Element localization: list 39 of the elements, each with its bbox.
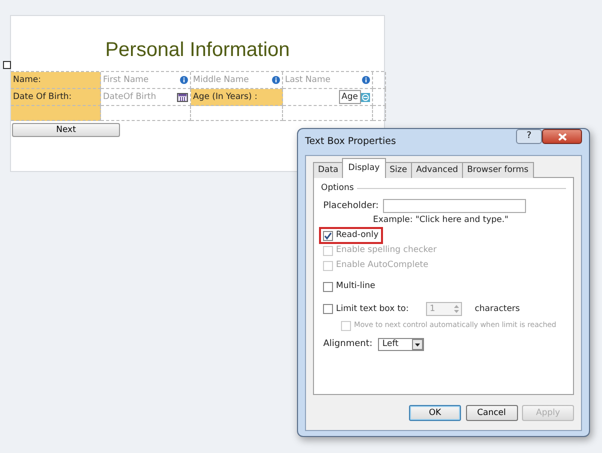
checkbox-label: Enable AutoComplete — [336, 259, 428, 272]
field-label: Placeholder: — [323, 200, 379, 212]
checkbox-label: Limit text box to: — [336, 302, 409, 316]
tab[interactable]: Advanced — [411, 162, 464, 178]
info-icon — [362, 76, 370, 84]
field-label: Age (In Years) : — [193, 90, 258, 104]
close-icon[interactable] — [558, 132, 566, 140]
form-title: Personal Information — [104, 38, 291, 63]
placeholder-field[interactable] — [382, 199, 526, 214]
alignment-dropdown[interactable]: Left — [378, 338, 424, 352]
window-title: Text Box Properties — [305, 134, 396, 149]
help-button[interactable]: ? — [516, 129, 542, 144]
checkbox-label: Read-only — [336, 229, 379, 242]
group-label: Options — [321, 182, 354, 195]
anchor-handle[interactable] — [3, 61, 11, 69]
spin-arrows-icon[interactable] — [452, 303, 461, 315]
calculate-icon[interactable] — [361, 92, 370, 102]
next-button[interactable]: Next — [12, 123, 120, 137]
dialog-button[interactable]: Cancel — [466, 405, 518, 421]
field-label: Date Of Birth: — [13, 90, 72, 104]
tab[interactable]: Browser forms — [462, 162, 534, 178]
field-label: Name: — [13, 74, 41, 86]
tab[interactable]: Data — [313, 162, 344, 178]
checkbox-label: Multi-line — [336, 280, 376, 293]
close-button[interactable] — [542, 129, 582, 144]
age-field[interactable]: Age — [338, 90, 361, 104]
info-icon — [272, 76, 280, 84]
checkbox[interactable] — [323, 304, 333, 314]
tab[interactable]: Display — [342, 158, 386, 178]
field-label: Alignment: — [323, 338, 372, 351]
calendar-icon[interactable] — [177, 92, 188, 102]
info-icon — [180, 76, 188, 84]
checkbox[interactable] — [323, 282, 333, 292]
checkbox[interactable] — [323, 230, 333, 240]
suffix-text: characters — [474, 302, 520, 316]
table-cell — [373, 106, 386, 121]
example-text: Example: "Click here and type." — [373, 214, 510, 227]
checkbox-label: Enable spelling checker — [336, 244, 437, 257]
dialog-button[interactable]: OK — [409, 405, 461, 421]
